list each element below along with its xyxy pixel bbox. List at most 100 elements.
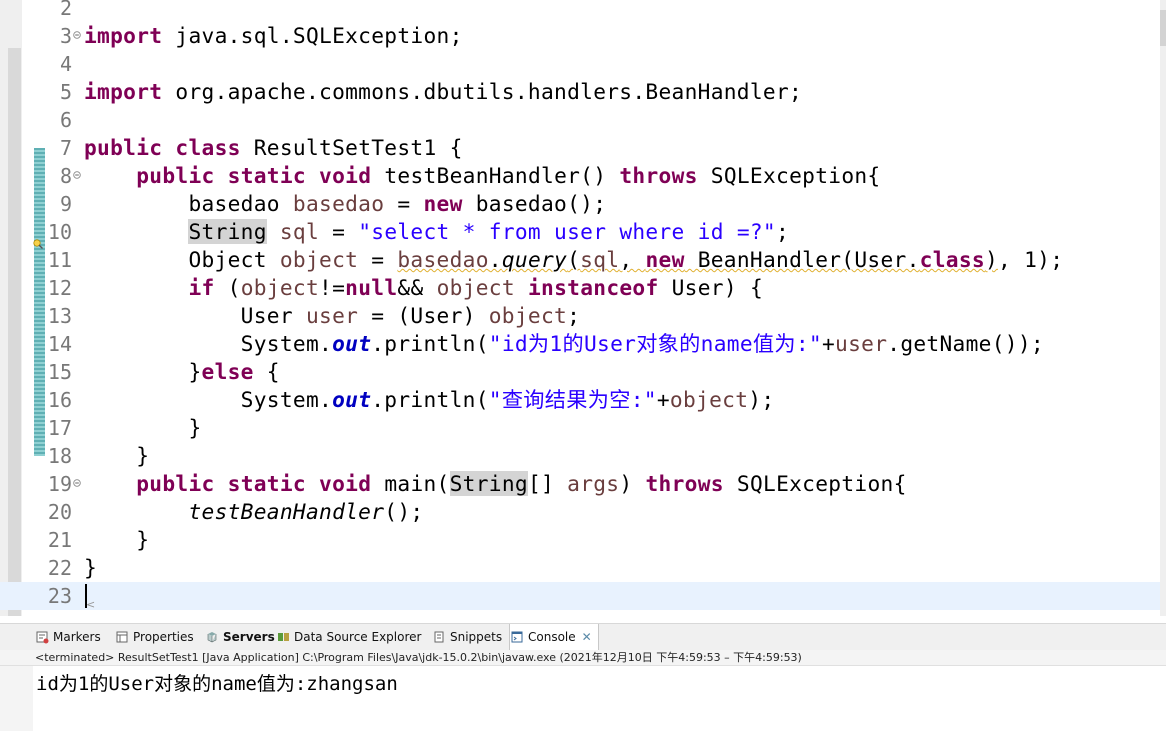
code-token: testBeanHandler() bbox=[371, 163, 620, 188]
code-line[interactable]: 17 } bbox=[0, 414, 1160, 442]
code-token: ( bbox=[214, 275, 241, 300]
code-text[interactable]: basedao basedao = new basedao(); bbox=[84, 190, 606, 218]
fold-toggle-icon[interactable] bbox=[73, 31, 81, 39]
view-tab-servers[interactable]: Servers bbox=[205, 624, 275, 650]
console-output[interactable]: id为1的User对象的name值为:zhangsan bbox=[36, 672, 398, 696]
properties-icon bbox=[116, 631, 128, 643]
scroll-left-icon[interactable]: < bbox=[86, 598, 95, 611]
line-number: 19 bbox=[47, 472, 72, 496]
code-token: + bbox=[821, 331, 836, 356]
code-line[interactable]: 6 bbox=[0, 106, 1160, 134]
code-text[interactable]: public static void testBeanHandler() thr… bbox=[84, 162, 881, 190]
line-number: 9 bbox=[59, 192, 72, 216]
view-tab-data-source-explorer[interactable]: Data Source Explorer bbox=[276, 624, 421, 650]
code-text[interactable]: public static void main(String[] args) t… bbox=[84, 470, 907, 498]
code-token: sql bbox=[279, 219, 320, 244]
code-line[interactable]: 21 } bbox=[0, 526, 1160, 554]
view-tab-label: Data Source Explorer bbox=[294, 630, 422, 644]
code-text[interactable]: testBeanHandler(); bbox=[84, 498, 423, 526]
code-token: [] bbox=[527, 471, 568, 496]
fold-toggle-icon[interactable] bbox=[73, 171, 81, 179]
code-text[interactable]: if (object!=null&& object instanceof Use… bbox=[84, 274, 763, 302]
code-line[interactable]: 14 System.out.println("id为1的User对象的name值… bbox=[0, 330, 1160, 358]
view-tab-snippets[interactable]: Snippets bbox=[432, 624, 502, 650]
code-token: "查询结果为空:" bbox=[488, 387, 657, 412]
code-token: .println( bbox=[371, 387, 489, 412]
code-line[interactable]: 13 User user = (User) object; bbox=[0, 302, 1160, 330]
servers-icon bbox=[207, 632, 217, 643]
line-number: 6 bbox=[59, 108, 72, 132]
view-tab-markers[interactable]: Markers bbox=[35, 624, 101, 650]
view-tab-label: Console bbox=[528, 630, 576, 644]
code-token: String bbox=[449, 471, 528, 496]
code-token: class bbox=[919, 247, 985, 272]
code-line[interactable]: 19 public static void main(String[] args… bbox=[0, 470, 1160, 498]
line-number: 17 bbox=[47, 416, 72, 440]
code-token: new bbox=[423, 191, 463, 216]
code-text[interactable]: System.out.println("id为1的User对象的name值为:"… bbox=[84, 330, 1044, 358]
code-token: null bbox=[345, 275, 398, 300]
code-token: = bbox=[384, 191, 424, 216]
overview-ruler[interactable] bbox=[1160, 0, 1166, 616]
code-text[interactable]: User user = (User) object; bbox=[84, 302, 580, 330]
code-text[interactable]: } bbox=[84, 442, 149, 470]
code-text[interactable]: public class ResultSetTest1 { bbox=[84, 134, 463, 162]
code-line[interactable]: 7 public class ResultSetTest1 { bbox=[0, 134, 1160, 162]
code-token: = bbox=[358, 247, 398, 272]
view-tab-console[interactable]: Console ✕ bbox=[509, 624, 599, 650]
line-number: 16 bbox=[47, 388, 72, 412]
code-line[interactable]: 20 testBeanHandler(); bbox=[0, 498, 1160, 526]
code-token: System. bbox=[84, 331, 333, 356]
code-token: object bbox=[488, 303, 568, 328]
code-line[interactable]: 8 public static void testBeanHandler() t… bbox=[0, 162, 1160, 190]
code-line[interactable]: 4 bbox=[0, 50, 1160, 78]
line-number: 11 bbox=[47, 248, 72, 272]
code-token: ; bbox=[567, 303, 581, 328]
horizontal-scrollbar[interactable]: < bbox=[84, 598, 1160, 612]
code-text[interactable]: System.out.println("查询结果为空:"+object); bbox=[84, 386, 774, 414]
code-line[interactable]: 12 if (object!=null&& object instanceof … bbox=[0, 274, 1160, 302]
code-text[interactable]: Object object = basedao.query(sql, new B… bbox=[84, 246, 1063, 274]
code-line[interactable]: 15 }else { bbox=[0, 358, 1160, 386]
code-token: throws bbox=[645, 471, 724, 496]
code-text[interactable]: } bbox=[84, 526, 149, 554]
line-number: 12 bbox=[47, 276, 72, 300]
code-line[interactable]: 10 String sql = "select * from user wher… bbox=[0, 218, 1160, 246]
view-tab-properties[interactable]: Properties bbox=[115, 624, 194, 650]
overview-thumb[interactable] bbox=[1160, 10, 1166, 46]
code-text[interactable]: }else { bbox=[84, 358, 280, 386]
fold-toggle-icon[interactable] bbox=[73, 479, 81, 487]
line-number: 5 bbox=[59, 80, 72, 104]
snippets-icon bbox=[434, 631, 444, 643]
code-text[interactable]: } bbox=[84, 414, 202, 442]
code-editor[interactable]: 2 3 import java.sql.SQLException; 4 5 import … bbox=[0, 0, 1166, 616]
code-line[interactable]: 2 bbox=[0, 0, 1160, 22]
code-line[interactable]: 22} bbox=[0, 554, 1160, 582]
code-token: instanceof bbox=[527, 275, 659, 300]
code-text[interactable]: import java.sql.SQLException; bbox=[84, 22, 463, 50]
code-line[interactable]: 9 basedao basedao = new basedao(); bbox=[0, 190, 1160, 218]
code-line[interactable]: 18 } bbox=[0, 442, 1160, 470]
warning-icon[interactable] bbox=[33, 239, 43, 249]
code-token: args bbox=[567, 471, 620, 496]
code-token: .getName()); bbox=[887, 331, 1044, 356]
code-token: ( bbox=[567, 247, 581, 272]
code-line[interactable]: 3 import java.sql.SQLException; bbox=[0, 22, 1160, 50]
code-line[interactable]: 16 System.out.println("查询结果为空:"+object); bbox=[0, 386, 1160, 414]
code-line[interactable]: 11 Object object = basedao.query(sql, ne… bbox=[0, 246, 1160, 274]
code-text[interactable]: import org.apache.commons.dbutils.handle… bbox=[84, 78, 802, 106]
close-icon[interactable]: ✕ bbox=[582, 630, 592, 644]
line-number: 7 bbox=[59, 136, 72, 160]
code-token: , 1); bbox=[998, 247, 1064, 272]
code-token: throws bbox=[619, 163, 698, 188]
code-text[interactable]: String sql = "select * from user where i… bbox=[84, 218, 789, 246]
line-number: 2 bbox=[59, 0, 72, 20]
code-token: ) bbox=[619, 471, 646, 496]
line-number: 14 bbox=[47, 332, 72, 356]
view-tab-label: Markers bbox=[53, 630, 101, 644]
code-line[interactable]: 5 import org.apache.commons.dbutils.handl… bbox=[0, 78, 1160, 106]
code-text[interactable]: } bbox=[84, 554, 97, 582]
